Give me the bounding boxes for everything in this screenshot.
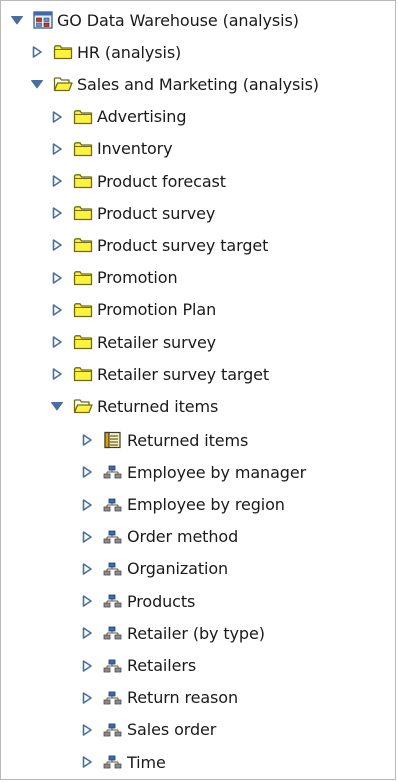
tree-node-label: Retailer survey <box>97 332 217 352</box>
expand-arrow-right-icon[interactable] <box>80 659 94 673</box>
expand-arrow-right-icon[interactable] <box>80 723 94 737</box>
expand-arrow-right-icon[interactable] <box>80 530 94 544</box>
tree-node-label: Advertising <box>97 107 187 127</box>
tree-node-root[interactable]: GO Data Warehouse (analysis) <box>10 7 299 33</box>
tree-node-dimension[interactable]: Products <box>80 588 195 614</box>
expand-arrow-right-icon[interactable] <box>50 142 64 156</box>
folder-icon <box>73 333 93 351</box>
tree-node-label: Sales order <box>127 720 217 740</box>
expand-arrow-right-icon[interactable] <box>30 45 44 59</box>
expand-arrow-right-icon[interactable] <box>80 691 94 705</box>
expand-arrow-down-icon[interactable] <box>30 77 44 91</box>
tree-node-label: Return reason <box>127 688 239 708</box>
tree-node-label: Returned items <box>127 430 249 450</box>
tree-node-label: Organization <box>127 559 229 579</box>
tree-node-label: Time <box>127 752 166 772</box>
expand-arrow-right-icon[interactable] <box>80 465 94 479</box>
expand-arrow-right-icon[interactable] <box>80 433 94 447</box>
tree-node-label: HR (analysis) <box>77 42 182 62</box>
dimension-icon <box>103 463 123 481</box>
folder-icon <box>73 301 93 319</box>
expand-arrow-down-icon[interactable] <box>10 13 24 27</box>
folder-icon <box>73 269 93 287</box>
dimension-icon <box>103 496 123 514</box>
expand-arrow-right-icon[interactable] <box>50 335 64 349</box>
tree-node-label: Promotion <box>97 268 178 288</box>
tree-node-label: Retailer (by type) <box>127 623 265 643</box>
tree-node-dimension[interactable]: Organization <box>80 556 228 582</box>
tree-node-label: Product survey target <box>97 235 269 255</box>
tree-node-dimension[interactable]: Employee by region <box>80 492 285 518</box>
tree-node-folder[interactable]: Product survey <box>50 200 215 226</box>
expand-arrow-right-icon[interactable] <box>50 110 64 124</box>
tree-node-folder[interactable]: Inventory <box>50 136 173 162</box>
folder-icon <box>73 172 93 190</box>
expand-arrow-right-icon[interactable] <box>50 206 64 220</box>
tree-node-label: Employee by region <box>127 495 285 514</box>
tree-node-dimension[interactable]: Return reason <box>80 685 238 711</box>
tree-node-folder[interactable]: Advertising <box>50 104 187 130</box>
tree-node-label: GO Data Warehouse (analysis) <box>57 10 299 30</box>
folder-icon <box>73 365 93 383</box>
tree-node-label: Employee by manager <box>127 462 307 482</box>
folder-open-icon <box>53 75 73 93</box>
tree-node-sales[interactable]: Sales and Marketing (analysis) <box>30 71 319 97</box>
expand-arrow-right-icon[interactable] <box>80 626 94 640</box>
package-icon <box>33 11 53 29</box>
tree-node-folder[interactable]: Promotion <box>50 265 178 291</box>
tree-node-folder[interactable]: Product forecast <box>50 168 226 194</box>
tree-node-folder[interactable]: Promotion Plan <box>50 297 216 323</box>
tree-node-label: Returned items <box>97 396 219 416</box>
dimension-icon <box>103 592 123 610</box>
expand-arrow-right-icon[interactable] <box>80 755 94 769</box>
expand-arrow-right-icon[interactable] <box>50 174 64 188</box>
expand-arrow-right-icon[interactable] <box>80 498 94 512</box>
folder-icon <box>53 43 73 61</box>
measure-dimension-icon <box>103 431 123 449</box>
expand-arrow-right-icon[interactable] <box>50 271 64 285</box>
tree-node-label: Inventory <box>97 139 173 159</box>
expand-arrow-down-icon[interactable] <box>50 399 64 413</box>
dimension-icon <box>103 721 123 739</box>
tree-node-label: Sales and Marketing (analysis) <box>77 74 319 94</box>
tree-node-dimension[interactable]: Sales order <box>80 717 216 743</box>
tree-node-folder[interactable]: Retailer survey <box>50 329 216 355</box>
folder-icon <box>73 140 93 158</box>
tree-node-label: Product forecast <box>97 171 226 191</box>
folder-open-icon <box>73 397 93 415</box>
dimension-icon <box>103 624 123 642</box>
tree-node-label: Retailer survey target <box>97 364 270 384</box>
tree-node-dimension[interactable]: Order method <box>80 524 238 550</box>
dimension-icon <box>103 657 123 675</box>
tree-node-returned-items-folder[interactable]: Returned items <box>50 393 218 419</box>
tree-node-dimension[interactable]: Employee by manager <box>80 459 306 485</box>
folder-icon <box>73 108 93 126</box>
expand-arrow-right-icon[interactable] <box>50 238 64 252</box>
tree-node-label: Product survey <box>97 203 216 223</box>
tree-node-label: Retailers <box>127 656 197 675</box>
tree-node-folder[interactable]: Product survey target <box>50 232 268 258</box>
folder-icon <box>73 204 93 222</box>
tree-node-label: Promotion Plan <box>97 300 217 320</box>
tree-node-label: Products <box>127 591 196 611</box>
expand-arrow-right-icon[interactable] <box>50 303 64 317</box>
dimension-icon <box>103 560 123 578</box>
expand-arrow-right-icon[interactable] <box>80 562 94 576</box>
tree-node-dimension[interactable]: Retailer (by type) <box>80 620 265 646</box>
tree-node-folder[interactable]: Retailer survey target <box>50 361 269 387</box>
dimension-icon <box>103 689 123 707</box>
tree-node-hr[interactable]: HR (analysis) <box>30 39 181 65</box>
dimension-icon <box>103 528 123 546</box>
tree-node-label: Order method <box>127 527 239 547</box>
expand-arrow-right-icon[interactable] <box>50 367 64 381</box>
tree-node-measure-dimension[interactable]: Returned items <box>80 427 248 453</box>
folder-icon <box>73 236 93 254</box>
dimension-icon <box>103 753 123 771</box>
tree-node-dimension[interactable]: Time <box>80 749 166 775</box>
expand-arrow-right-icon[interactable] <box>80 594 94 608</box>
tree-node-dimension[interactable]: Retailers <box>80 653 196 679</box>
